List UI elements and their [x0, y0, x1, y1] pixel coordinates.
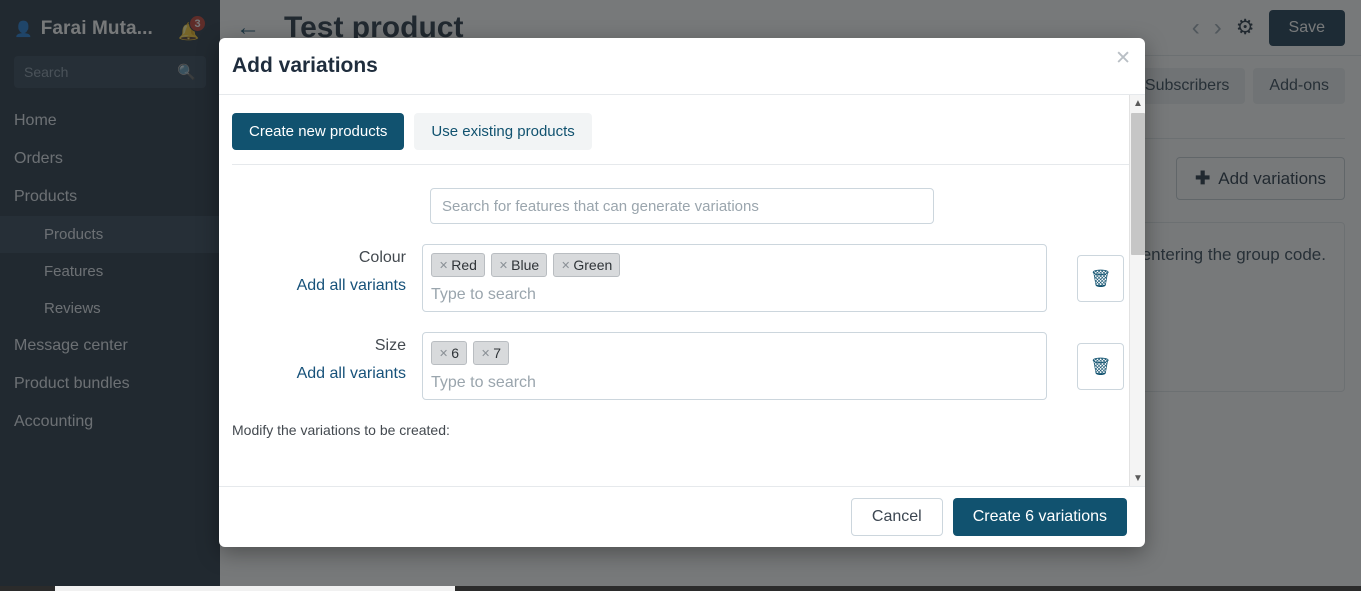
page-hscroll-thumb[interactable]: [55, 586, 455, 591]
delete-colour-attribute-button[interactable]: 🗑: [1077, 255, 1124, 302]
dialog-footer: Cancel Create 6 variations: [219, 486, 1145, 547]
delete-size-attribute-button[interactable]: 🗑: [1077, 343, 1124, 390]
scrollbar-thumb[interactable]: [1131, 113, 1145, 255]
remove-token-icon[interactable]: ✕: [439, 259, 448, 272]
token-label: Red: [451, 257, 477, 273]
attribute-label: Colour: [358, 249, 406, 266]
token-chip[interactable]: ✕ Blue: [490, 253, 548, 277]
add-all-variants-link-colour[interactable]: Add all variants: [232, 277, 406, 295]
remove-token-icon[interactable]: ✕: [439, 347, 448, 360]
feature-search-input[interactable]: [430, 188, 934, 224]
page-horizontal-scrollbar[interactable]: [0, 586, 1361, 591]
size-token-input[interactable]: ✕ 6 ✕ 7 Type to search: [422, 332, 1047, 400]
token-label: 6: [451, 345, 460, 361]
attribute-row-size: Size Add all variants ✕ 6 ✕ 7 Type to sear…: [232, 332, 1132, 400]
token-label: Blue: [511, 257, 540, 273]
colour-search-placeholder[interactable]: Type to search: [431, 286, 1038, 304]
trash-icon: 🗑: [1089, 356, 1112, 376]
add-variations-dialog: Add variations ✕ Create new products Use…: [219, 38, 1145, 547]
cancel-button[interactable]: Cancel: [850, 498, 943, 536]
token-chip[interactable]: ✕ 6: [431, 341, 468, 365]
dialog-title: Add variations: [232, 54, 378, 77]
remove-token-icon[interactable]: ✕: [499, 259, 508, 272]
token-label: Green: [573, 257, 613, 273]
dialog-body: Create new products Use existing product…: [219, 95, 1145, 486]
use-existing-products-button[interactable]: Use existing products: [414, 113, 592, 150]
modify-variations-note: Modify the variations to be created:: [232, 422, 450, 438]
token-chip[interactable]: ✕ 7: [473, 341, 510, 365]
dialog-header: Add variations ✕: [219, 38, 1145, 95]
token-label: 7: [493, 345, 502, 361]
create-variations-button[interactable]: Create 6 variations: [952, 498, 1127, 536]
attribute-label-col: Size Add all variants: [232, 332, 412, 383]
attribute-row-colour: Colour Add all variants ✕ Red ✕ Blue ✕ Gree…: [232, 244, 1132, 312]
colour-token-input[interactable]: ✕ Red ✕ Blue ✕ Green Type to search: [422, 244, 1047, 312]
attribute-label: Size: [374, 337, 406, 354]
remove-token-icon[interactable]: ✕: [561, 259, 570, 272]
attribute-label-col: Colour Add all variants: [232, 244, 412, 295]
screen: 👤 Farai Muta... 🔔 3 Search 🔍 Home Orders…: [0, 0, 1361, 591]
colour-tokens: ✕ Red ✕ Blue ✕ Green: [431, 253, 1038, 277]
chevron-up-icon[interactable]: ▲: [1130, 95, 1145, 111]
create-new-products-button[interactable]: Create new products: [232, 113, 405, 150]
size-search-placeholder[interactable]: Type to search: [431, 374, 1038, 392]
mode-segmented-control: Create new products Use existing product…: [232, 113, 1132, 165]
size-tokens: ✕ 6 ✕ 7: [431, 341, 1038, 365]
dialog-scrollbar[interactable]: ▲ ▼: [1129, 95, 1145, 486]
chevron-down-icon[interactable]: ▼: [1130, 470, 1145, 486]
close-icon[interactable]: ✕: [1115, 49, 1131, 68]
add-all-variants-link-size[interactable]: Add all variants: [232, 365, 406, 383]
token-chip[interactable]: ✕ Green: [553, 253, 621, 277]
token-chip[interactable]: ✕ Red: [431, 253, 485, 277]
trash-icon: 🗑: [1089, 268, 1112, 288]
remove-token-icon[interactable]: ✕: [481, 347, 490, 360]
